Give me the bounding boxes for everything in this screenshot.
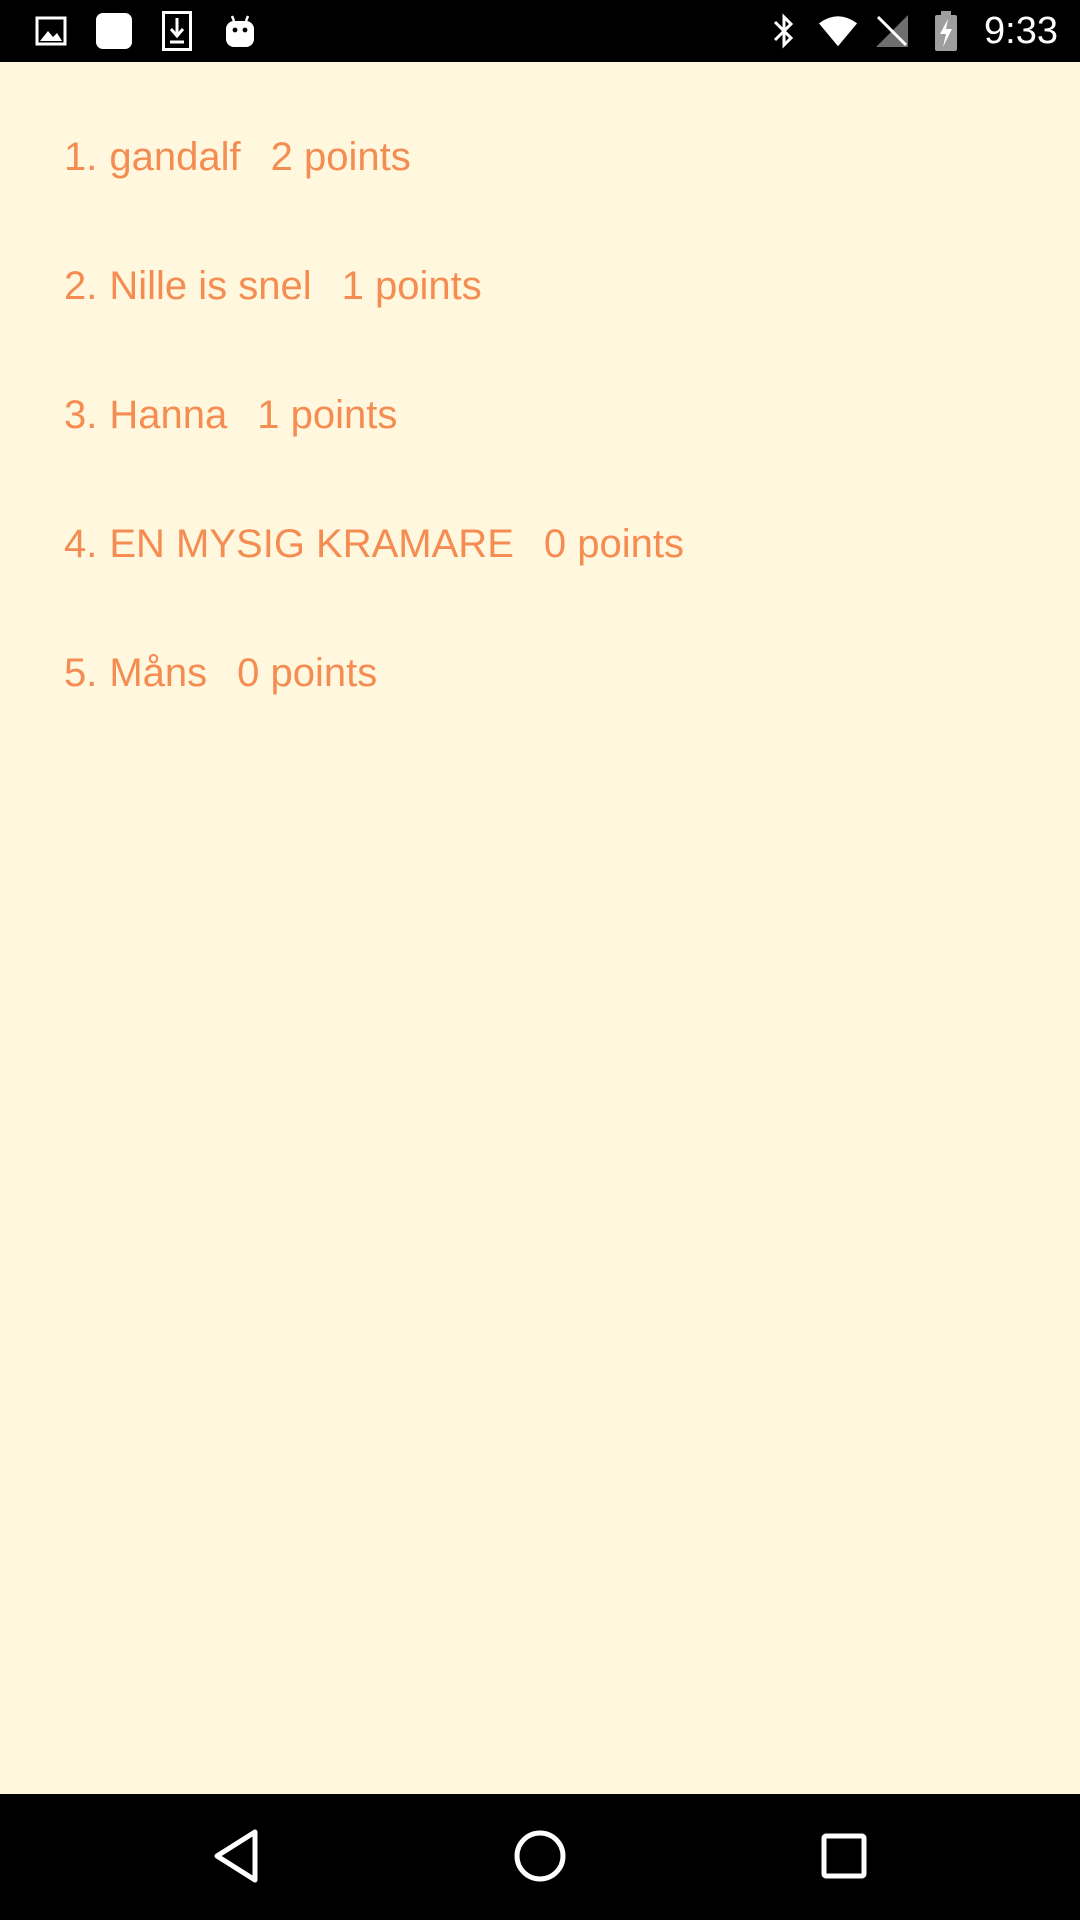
notification-icons (30, 10, 282, 52)
bluetooth-icon (764, 11, 804, 51)
list-item: 3. Hanna 1 points (64, 385, 397, 445)
player-points: 1 points (257, 392, 398, 437)
player-name: gandalf (109, 134, 241, 179)
player-points: 0 points (237, 650, 378, 695)
back-button[interactable] (196, 1818, 276, 1898)
rank-label: 2. (64, 263, 98, 308)
player-name: Hanna (109, 392, 228, 437)
recents-button[interactable] (804, 1818, 884, 1898)
recents-icon (820, 1832, 868, 1885)
player-points: 1 points (341, 263, 482, 308)
home-icon (513, 1829, 567, 1888)
list-item: 2. Nille is snel 1 points (64, 256, 482, 316)
gallery-icon (30, 10, 72, 52)
player-name: EN MYSIG KRAMARE (109, 521, 514, 566)
player-name: Nille is snel (109, 263, 312, 308)
player-name: Måns (109, 650, 208, 695)
player-points: 2 points (270, 134, 411, 179)
list-item: 5. Måns 0 points (64, 643, 377, 703)
rank-label: 5. (64, 650, 98, 695)
status-bar: 9:33 (0, 0, 1080, 62)
system-icons: 9:33 (764, 8, 1058, 54)
status-clock: 9:33 (984, 9, 1058, 52)
rank-label: 1. (64, 134, 98, 179)
home-button[interactable] (500, 1818, 580, 1898)
list-item: 4. EN MYSIG KRAMARE 0 points (64, 514, 684, 574)
app-screen: 9:33 1. gandalf 2 points 2. Nille is sne… (0, 0, 1080, 1920)
no-signal-icon (872, 11, 912, 51)
download-icon (156, 10, 198, 52)
wifi-icon (818, 11, 858, 51)
player-points: 0 points (543, 521, 684, 566)
app-square-icon (93, 10, 135, 52)
battery-charging-icon (926, 11, 966, 51)
list-item: 1. gandalf 2 points (64, 127, 411, 187)
rank-label: 3. (64, 392, 98, 437)
navigation-bar (0, 1794, 1080, 1920)
back-icon (211, 1828, 261, 1889)
android-icon (219, 10, 261, 52)
rank-label: 4. (64, 521, 98, 566)
